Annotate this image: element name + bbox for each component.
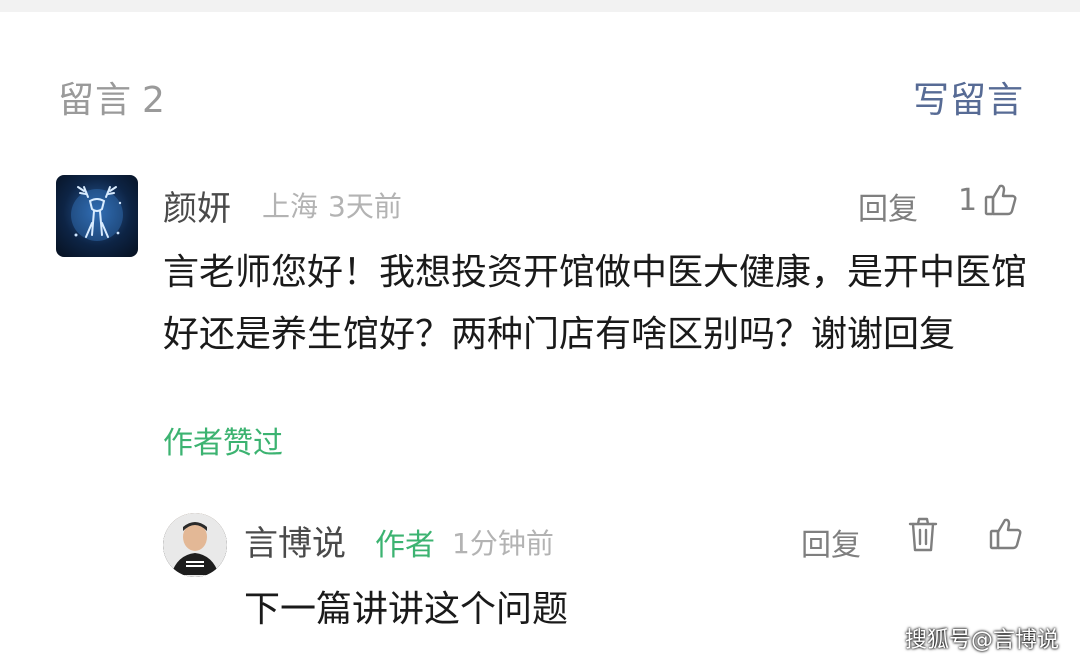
comment-location: 上海 bbox=[262, 190, 319, 223]
thumbs-up-icon bbox=[989, 518, 1022, 550]
deer-avatar-icon bbox=[71, 186, 123, 241]
reply-button[interactable]: 回复 bbox=[858, 184, 918, 228]
comment-meta: 上海 3天前 bbox=[262, 185, 402, 225]
watermark: 搜狐号@言博说 bbox=[905, 628, 1060, 653]
reply-button[interactable]: 回复 bbox=[801, 520, 861, 564]
comments-count-title: 留言 2 bbox=[58, 71, 176, 123]
comments-count: 2 bbox=[142, 80, 166, 121]
reply-time: 1分钟前 bbox=[452, 527, 554, 560]
thumbs-up-icon bbox=[984, 184, 1017, 216]
commenter-name[interactable]: 颜妍 bbox=[163, 181, 231, 230]
comments-title: 留言 bbox=[58, 80, 133, 121]
delete-button[interactable] bbox=[906, 516, 940, 554]
author-badge: 作者 bbox=[375, 528, 435, 563]
reply-author-name[interactable]: 言博说 bbox=[244, 516, 346, 565]
comment-time: 3天前 bbox=[328, 190, 402, 223]
comment-text: 言老师您好！我想投资开馆做中医大健康，是开中医馆好还是养生馆好？两种门店有啥区别… bbox=[163, 252, 1028, 355]
trash-icon bbox=[908, 517, 938, 552]
like-button[interactable]: 1 bbox=[958, 182, 1019, 218]
reply-text: 下一篇讲讲这个问题 bbox=[244, 589, 569, 630]
avatar[interactable] bbox=[56, 175, 138, 257]
avatar[interactable] bbox=[163, 513, 227, 577]
author-liked-badge: 作者赞过 bbox=[163, 426, 283, 461]
top-divider-bar bbox=[0, 0, 1080, 12]
write-comment-button[interactable]: 写留言 bbox=[913, 71, 1024, 123]
man-avatar-icon bbox=[163, 513, 227, 577]
comments-header: 留言 2 写留言 bbox=[58, 72, 1024, 122]
like-button[interactable] bbox=[988, 516, 1024, 552]
like-count: 1 bbox=[958, 182, 978, 218]
